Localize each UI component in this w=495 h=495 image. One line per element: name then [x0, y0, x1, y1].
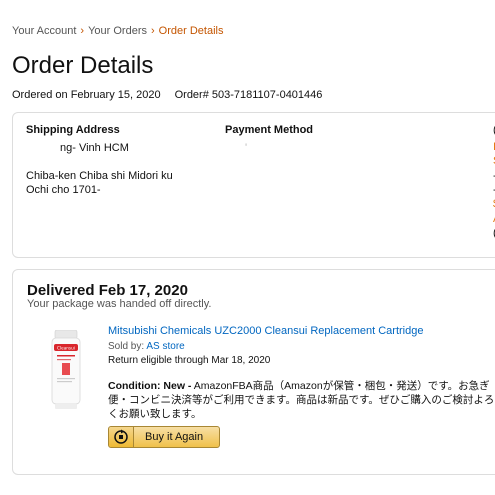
shipment-box: Delivered Feb 17, 2020 Your package was …	[12, 269, 495, 475]
shipping-address-line: Chiba-ken Chiba shi Midori ku	[26, 170, 173, 182]
delivery-status: Delivered Feb 17, 2020	[27, 282, 188, 299]
delivery-status-detail: Your package was handed off directly.	[27, 298, 212, 310]
order-summary-box: Shipping Address ng- Vinh HCM Chiba-ken …	[12, 112, 495, 258]
product-image[interactable]: Cleansui	[49, 330, 83, 410]
buy-it-again-button[interactable]: Buy it Again	[108, 426, 220, 448]
condition-label: Condition: New -	[108, 380, 192, 392]
breadcrumb-current: Order Details	[158, 25, 224, 37]
payment-method-value: '	[245, 142, 248, 154]
product-image-brand: Cleansui	[57, 346, 75, 351]
shipping-address-heading: Shipping Address	[26, 124, 120, 136]
ordered-on-date: Ordered on February 15, 2020	[12, 89, 161, 101]
sold-by-label: Sold by:	[108, 341, 145, 352]
seller-link[interactable]: AS store	[146, 341, 184, 352]
buy-again-icon-wrap	[109, 427, 134, 447]
breadcrumb-your-orders[interactable]: Your Orders	[88, 25, 147, 37]
product-title-link[interactable]: Mitsubishi Chemicals UZC2000 Cleansui Re…	[108, 325, 423, 337]
page-title: Order Details	[12, 52, 154, 79]
order-number: Order# 503-7181107-0401446	[174, 89, 323, 101]
breadcrumb: Your Account › Your Orders › Order Details	[12, 25, 223, 37]
refresh-icon	[114, 429, 128, 444]
breadcrumb-separator: ›	[151, 25, 155, 37]
shipping-address-line: Ochi cho 1701-	[26, 184, 101, 196]
shipping-address-line: ng- Vinh HCM	[60, 142, 129, 154]
breadcrumb-separator: ›	[80, 25, 85, 37]
order-meta: Ordered on February 15, 2020 Order# 503-7…	[12, 89, 322, 101]
buy-it-again-label: Buy it Again	[145, 431, 204, 443]
return-eligibility: Return eligible through Mar 18, 2020	[108, 355, 271, 366]
sold-by: Sold by: AS store	[108, 341, 185, 352]
breadcrumb-your-account[interactable]: Your Account	[12, 25, 76, 37]
item-condition: Condition: New - AmazonFBA商品（Amazonが保管・梱…	[108, 379, 495, 421]
payment-method-heading: Payment Method	[225, 124, 314, 136]
